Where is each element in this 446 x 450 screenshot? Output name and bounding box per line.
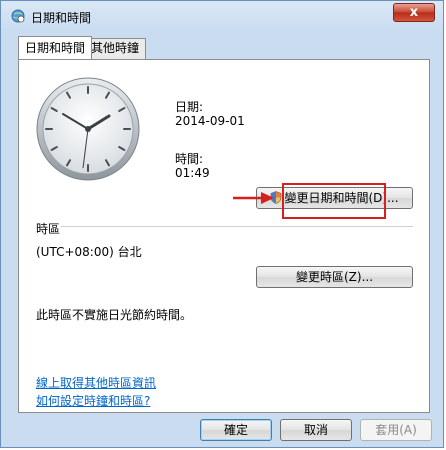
timezone-divider [61,226,413,227]
get-more-timezone-info-link[interactable]: 線上取得其他時區資訊 [36,374,156,391]
date-value: 2014-09-01 [175,114,245,128]
cancel-button[interactable]: 取消 [280,419,352,441]
how-to-set-clock-link[interactable]: 如何設定時鐘和時區? [36,392,150,409]
tab-additional-clocks[interactable]: 其他時鐘 [84,38,147,59]
apply-button[interactable]: 套用(A) [360,419,432,441]
annotation-highlight-box [282,183,386,219]
red-arrow-icon [233,192,274,204]
window-title: 日期和時間 [31,11,92,25]
analog-clock [36,77,140,181]
time-label: 時間: [175,152,204,166]
timezone-header: 時區 [36,222,61,236]
ok-button[interactable]: 確定 [200,419,272,441]
time-value: 01:49 [175,166,210,180]
clock-globe-icon [11,9,25,23]
close-button[interactable]: x [393,3,435,22]
date-label: 日期: [175,100,204,114]
tab-date-time[interactable]: 日期和時間 [18,36,93,59]
dst-note: 此時區不實施日光節約時間。 [36,308,193,322]
timezone-value: (UTC+08:00) 台北 [36,245,142,259]
title-bar[interactable]: 日期和時間 x [1,1,443,29]
date-time-dialog: 日期和時間 x 日期和時間 其他時鐘 日期: 2014-09-01 時間: 01… [0,0,444,448]
tab-panel: 日期: 2014-09-01 時間: 01:49 變更日期和時間(D)... 時… [18,59,430,413]
change-timezone-button[interactable]: 變更時區(Z)... [256,266,413,288]
